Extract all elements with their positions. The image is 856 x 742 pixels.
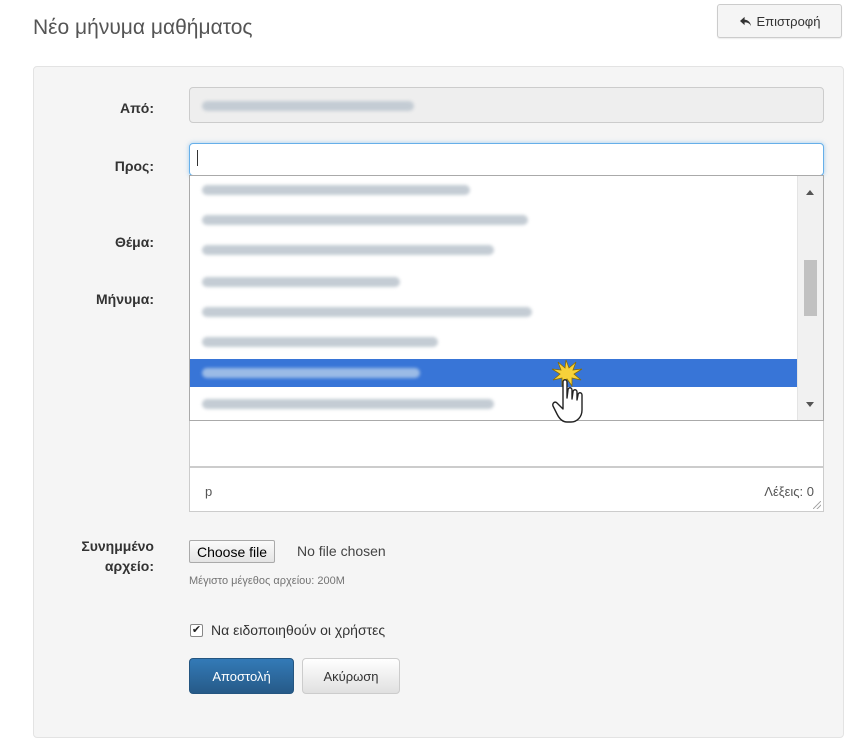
from-field xyxy=(189,87,824,123)
recipient-name-redacted xyxy=(202,399,494,409)
page-title: Νέο μήνυμα μαθήματος xyxy=(33,16,253,39)
list-item[interactable] xyxy=(190,236,798,264)
from-label: Από: xyxy=(119,100,154,116)
choose-file-button[interactable]: Choose file xyxy=(189,540,276,563)
editor-statusbar: p Λέξεις: 0 xyxy=(189,467,824,512)
check-icon: ✔ xyxy=(191,624,202,636)
to-input[interactable] xyxy=(189,143,824,176)
recipient-name-redacted xyxy=(202,215,528,225)
hand-pointer-icon xyxy=(551,359,583,423)
back-button-label: Επιστροφή xyxy=(756,13,821,29)
recipient-name-redacted xyxy=(202,307,532,317)
element-path[interactable]: p xyxy=(205,484,212,499)
dropdown-scrollbar[interactable] xyxy=(797,176,823,420)
reply-arrow-icon xyxy=(739,16,751,26)
notify-label[interactable]: Να ειδοποιηθούν οι χρήστες xyxy=(211,622,385,638)
recipients-dropdown[interactable] xyxy=(189,175,824,421)
max-size-help: Μέγιστο μέγεθος αρχείου: 200M xyxy=(189,575,345,587)
list-item[interactable] xyxy=(190,206,798,234)
recipient-name-redacted xyxy=(202,185,470,195)
scroll-thumb[interactable] xyxy=(804,260,817,316)
text-caret xyxy=(197,150,198,166)
resize-handle-icon[interactable] xyxy=(813,501,821,509)
back-button[interactable]: Επιστροφή xyxy=(717,4,842,38)
file-status: No file chosen xyxy=(297,543,386,559)
recipient-name-redacted xyxy=(202,245,494,255)
recipient-name-redacted xyxy=(202,368,420,378)
notify-checkbox[interactable]: ✔ xyxy=(190,624,203,637)
message-editor[interactable] xyxy=(189,421,824,467)
to-label: Προς: xyxy=(114,158,154,174)
recipient-name-redacted xyxy=(202,337,438,347)
list-item[interactable] xyxy=(190,268,798,296)
attachment-label-line1: Συνημμένο xyxy=(81,538,154,554)
list-item[interactable] xyxy=(190,390,798,418)
recipient-name-redacted xyxy=(202,277,400,287)
list-item[interactable] xyxy=(190,328,798,356)
list-item-selected[interactable] xyxy=(190,359,798,387)
from-value-redacted xyxy=(202,101,414,111)
send-button[interactable]: Αποστολή xyxy=(189,658,294,694)
cancel-button[interactable]: Ακύρωση xyxy=(302,658,400,694)
list-item[interactable] xyxy=(190,298,798,326)
list-item[interactable] xyxy=(190,176,798,204)
subject-label: Θέμα: xyxy=(114,234,154,250)
message-label: Μήνυμα: xyxy=(96,291,154,307)
scroll-down-icon[interactable] xyxy=(806,402,814,407)
attachment-label-line2: αρχείο: xyxy=(104,558,154,574)
word-count: Λέξεις: 0 xyxy=(764,484,814,499)
scroll-up-icon[interactable] xyxy=(806,190,814,195)
